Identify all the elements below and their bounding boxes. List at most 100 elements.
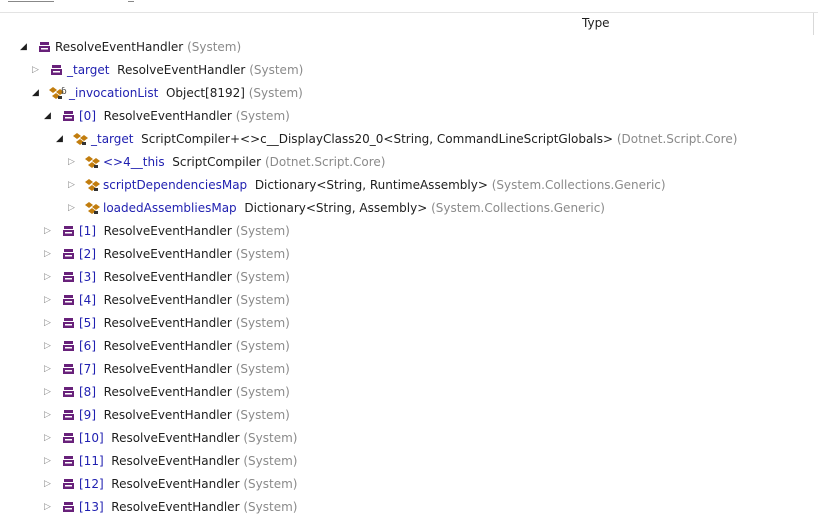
row-type: (System) bbox=[243, 454, 298, 468]
collapsed-arrow-icon[interactable]: ▷ bbox=[44, 456, 53, 466]
row-name: [1] bbox=[79, 224, 96, 238]
row-name: [8] bbox=[79, 385, 96, 399]
row-name: <>4__this bbox=[103, 155, 165, 169]
collapsed-arrow-icon[interactable]: ▷ bbox=[44, 341, 53, 351]
collapsed-arrow-icon[interactable]: ▷ bbox=[68, 157, 77, 167]
row-name: _invocationList bbox=[69, 86, 159, 100]
collapsed-arrow-icon[interactable]: ▷ bbox=[44, 295, 53, 305]
row-type: (System) bbox=[243, 431, 298, 445]
column-header-type[interactable]: Type bbox=[582, 16, 610, 30]
tree-row[interactable]: ▷ _target ResolveEventHandler (System) bbox=[0, 59, 818, 82]
row-content: [12] ResolveEventHandler (System) bbox=[79, 477, 297, 491]
row-type: (System) bbox=[235, 224, 290, 238]
collapsed-arrow-icon[interactable]: ▷ bbox=[44, 226, 53, 236]
row-content: [0] ResolveEventHandler (System) bbox=[79, 109, 290, 123]
tree-row[interactable]: ▷ [3] ResolveEventHandler (System) bbox=[0, 266, 818, 289]
class-icon bbox=[61, 109, 77, 123]
row-name: [5] bbox=[79, 316, 96, 330]
collapsed-arrow-icon[interactable]: ▷ bbox=[44, 433, 53, 443]
column-header: Type bbox=[0, 13, 818, 35]
expanded-arrow-icon[interactable]: ◢ bbox=[56, 134, 65, 144]
class-icon bbox=[49, 63, 65, 77]
collapsed-arrow-icon[interactable]: ▷ bbox=[68, 203, 77, 213]
class-icon bbox=[61, 454, 77, 468]
collapsed-arrow-icon[interactable]: ▷ bbox=[32, 65, 41, 75]
row-name: [2] bbox=[79, 247, 96, 261]
row-content: loadedAssembliesMap Dictionary<String, A… bbox=[103, 201, 605, 215]
tree-row[interactable]: ▷ loadedAssembliesMap Dictionary<String, … bbox=[0, 197, 818, 220]
row-type: (System) bbox=[249, 63, 304, 77]
field-icon bbox=[85, 155, 101, 169]
collapsed-arrow-icon[interactable]: ▷ bbox=[44, 364, 53, 374]
row-value: Dictionary<String, Assembly> bbox=[244, 201, 428, 215]
row-name: [12] bbox=[79, 477, 104, 491]
row-name: [0] bbox=[79, 109, 96, 123]
tree-row[interactable]: ▷ [7] ResolveEventHandler (System) bbox=[0, 358, 818, 381]
row-type: (System) bbox=[187, 40, 242, 54]
row-value: ResolveEventHandler bbox=[103, 316, 232, 330]
field-icon bbox=[73, 132, 89, 146]
class-icon bbox=[61, 293, 77, 307]
row-content: _target ResolveEventHandler (System) bbox=[67, 63, 303, 77]
row-name: _target bbox=[67, 63, 110, 77]
expanded-arrow-icon[interactable]: ◢ bbox=[32, 88, 41, 98]
field-icon bbox=[85, 178, 101, 192]
tree-row[interactable]: ▷ [5] ResolveEventHandler (System) bbox=[0, 312, 818, 335]
tree-row[interactable]: ▷ [13] ResolveEventHandler (System) bbox=[0, 496, 818, 519]
row-type: (System) bbox=[235, 339, 290, 353]
tree-row[interactable]: ▷ [2] ResolveEventHandler (System) bbox=[0, 243, 818, 266]
expanded-arrow-icon[interactable]: ◢ bbox=[20, 42, 29, 52]
tree-row[interactable]: ◢ ResolveEventHandler (System) bbox=[0, 36, 818, 59]
tree-row[interactable]: ▷ [6] ResolveEventHandler (System) bbox=[0, 335, 818, 358]
row-name: [3] bbox=[79, 270, 96, 284]
row-type: (System) bbox=[248, 86, 303, 100]
row-value: ScriptCompiler+<>c__DisplayClass20_0<Str… bbox=[141, 132, 613, 146]
row-content: [11] ResolveEventHandler (System) bbox=[79, 454, 297, 468]
expanded-arrow-icon[interactable]: ◢ bbox=[44, 111, 53, 121]
tree-row[interactable]: ◢ _target ScriptCompiler+<>c__DisplayClas… bbox=[0, 128, 818, 151]
tree-row[interactable]: ▷ [1] ResolveEventHandler (System) bbox=[0, 220, 818, 243]
tree-row[interactable]: ▷ [11] ResolveEventHandler (System) bbox=[0, 450, 818, 473]
row-type: (System) bbox=[235, 385, 290, 399]
row-value: ResolveEventHandler bbox=[111, 431, 240, 445]
row-value: ResolveEventHandler bbox=[111, 454, 240, 468]
tree-row[interactable]: ▷ [8] ResolveEventHandler (System) bbox=[0, 381, 818, 404]
row-content: [9] ResolveEventHandler (System) bbox=[79, 408, 290, 422]
row-value: ResolveEventHandler bbox=[103, 408, 232, 422]
collapsed-arrow-icon[interactable]: ▷ bbox=[44, 502, 53, 512]
row-value: ResolveEventHandler bbox=[103, 247, 232, 261]
row-value: ResolveEventHandler bbox=[103, 109, 232, 123]
row-value: ResolveEventHandler bbox=[103, 385, 232, 399]
row-value: ResolveEventHandler bbox=[111, 500, 240, 514]
collapsed-arrow-icon[interactable]: ▷ bbox=[44, 249, 53, 259]
tree-row[interactable]: ▷ [4] ResolveEventHandler (System) bbox=[0, 289, 818, 312]
column-divider[interactable] bbox=[813, 13, 814, 35]
row-type: (System) bbox=[235, 316, 290, 330]
tree-row[interactable]: ◢ ɓ _invocationList Object[8192] (System) bbox=[0, 82, 818, 105]
row-content: <>4__this ScriptCompiler (Dotnet.Script.… bbox=[103, 155, 386, 169]
collapsed-arrow-icon[interactable]: ▷ bbox=[68, 180, 77, 190]
row-name: [7] bbox=[79, 362, 96, 376]
row-content: [10] ResolveEventHandler (System) bbox=[79, 431, 297, 445]
collapsed-arrow-icon[interactable]: ▷ bbox=[44, 387, 53, 397]
class-icon bbox=[61, 224, 77, 238]
row-content: [13] ResolveEventHandler (System) bbox=[79, 500, 297, 514]
row-value: ResolveEventHandler bbox=[103, 339, 232, 353]
clipped-toolbar-text bbox=[8, 1, 54, 5]
field-icon bbox=[85, 201, 101, 215]
collapsed-arrow-icon[interactable]: ▷ bbox=[44, 272, 53, 282]
tree-row[interactable]: ▷ [10] ResolveEventHandler (System) bbox=[0, 427, 818, 450]
collapsed-arrow-icon[interactable]: ▷ bbox=[44, 318, 53, 328]
row-content: _target ScriptCompiler+<>c__DisplayClass… bbox=[91, 132, 737, 146]
row-value: ResolveEventHandler bbox=[111, 477, 240, 491]
tree-row[interactable]: ▷ <>4__this ScriptCompiler (Dotnet.Script… bbox=[0, 151, 818, 174]
collapsed-arrow-icon[interactable]: ▷ bbox=[44, 479, 53, 489]
row-value: ResolveEventHandler bbox=[103, 224, 232, 238]
clipped-toolbar-text bbox=[128, 1, 134, 5]
tree-row[interactable]: ▷ scriptDependenciesMap Dictionary<String… bbox=[0, 174, 818, 197]
tree-row[interactable]: ▷ [9] ResolveEventHandler (System) bbox=[0, 404, 818, 427]
row-type: (Dotnet.Script.Core) bbox=[616, 132, 738, 146]
collapsed-arrow-icon[interactable]: ▷ bbox=[44, 410, 53, 420]
tree-row[interactable]: ▷ [12] ResolveEventHandler (System) bbox=[0, 473, 818, 496]
tree-row[interactable]: ◢ [0] ResolveEventHandler (System) bbox=[0, 105, 818, 128]
